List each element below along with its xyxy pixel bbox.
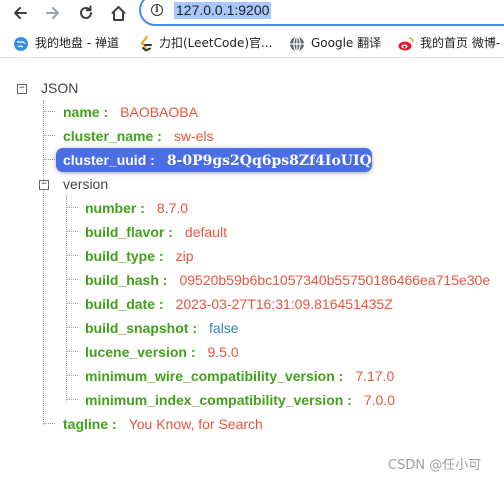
json-row-build-hash: build_hash :09520b59b6bc1057340b55750186…: [85, 272, 491, 288]
json-value: 7.0.0: [363, 392, 395, 408]
json-viewer: − JSON name : BAOBAOBA cluster_name : sw-e…: [0, 58, 504, 479]
tree-guide: [66, 327, 78, 328]
json-key: build_snapshot: [85, 320, 189, 336]
json-row-build-date: build_date :2023-03-27T16:31:09.81645143…: [85, 296, 393, 312]
bookmark-leetcode[interactable]: 力扣(LeetCode)官...: [139, 33, 272, 53]
json-root-label: JSON: [41, 80, 79, 96]
json-value: zip: [175, 248, 194, 264]
json-key: lucene_version: [85, 344, 187, 360]
json-row-tagline: tagline : You Know, for Search: [63, 416, 263, 432]
json-value: 7.17.0: [355, 368, 395, 384]
json-row-build-flavor: build_flavor : default: [85, 224, 227, 240]
json-row-cluster-name: cluster_name : sw-els: [63, 128, 214, 144]
tree-guide: [66, 207, 78, 208]
tree-guide: [43, 159, 55, 160]
globe-icon: [290, 35, 304, 52]
json-row-build-type: build_type : zip: [85, 248, 194, 264]
json-key: name: [63, 104, 100, 120]
json-key: number: [85, 200, 137, 216]
tree-guide: [66, 231, 78, 232]
json-value: You Know, for Search: [128, 416, 263, 432]
json-key: build_flavor: [85, 224, 165, 240]
json-value: 8-0P9gs2Qq6ps8Zf4IoUIQ: [166, 153, 372, 169]
browser-toolbar: i 127.0.0.1:9200: [0, 0, 504, 28]
bookmark-google-translate[interactable]: Google 翻译: [289, 33, 381, 53]
back-button[interactable]: [9, 2, 31, 24]
tree-guide: [43, 423, 55, 424]
tree-guide: [66, 351, 78, 352]
json-row-build-snapshot: build_snapshot : false: [85, 320, 239, 336]
bookmark-label: 我的地盘 - 禅道: [35, 36, 119, 50]
collapse-toggle-icon[interactable]: −: [17, 84, 27, 94]
leetcode-icon: [140, 35, 152, 52]
home-icon: [110, 5, 126, 21]
bookmarks-bar: 我的地盘 - 禅道 力扣(LeetCode)官... Google 翻译 我的首…: [0, 28, 504, 58]
tree-guide: [43, 111, 55, 112]
json-value: 9.5.0: [207, 344, 239, 360]
json-row-number: number :8.7.0: [85, 200, 189, 216]
json-key: minimum_wire_compatibility_version: [85, 368, 335, 384]
address-bar[interactable]: i 127.0.0.1:9200: [139, 0, 504, 26]
tree-guide: [66, 375, 78, 376]
json-row-name: name : BAOBAOBA: [63, 104, 198, 120]
tree-guide: [43, 100, 44, 426]
bookmark-label: Google 翻译: [311, 36, 382, 50]
globe-icon: [14, 36, 28, 51]
json-key: version: [63, 176, 109, 192]
json-row-minimum-index-compatibility-version: minimum_index_compatibility_version :7.0…: [85, 392, 395, 408]
json-key: cluster_uuid: [63, 152, 147, 168]
json-key: build_hash: [85, 272, 159, 288]
json-key: minimum_index_compatibility_version: [85, 392, 344, 408]
json-value: false: [209, 320, 239, 336]
bookmark-label: 我的首页 微博-: [420, 36, 501, 50]
tree-guide: [43, 135, 55, 136]
reload-icon: [80, 5, 92, 19]
json-value: sw-els: [173, 128, 214, 144]
bookmark-label: 力扣(LeetCode)官...: [159, 36, 273, 50]
bookmark-weibo[interactable]: 我的首页 微博-: [398, 33, 500, 53]
tree-guide: [66, 303, 78, 304]
json-row-version: version: [63, 174, 108, 194]
watermark: CSDN @任小可: [388, 458, 482, 473]
arrow-right-icon: [46, 7, 59, 19]
json-value: 2023-03-27T16:31:09.816451435Z: [175, 296, 393, 312]
info-icon[interactable]: i: [151, 4, 163, 16]
tree-guide: [66, 279, 78, 280]
forward-button[interactable]: [42, 2, 64, 24]
json-key: build_type: [85, 248, 156, 264]
json-key: build_date: [85, 296, 156, 312]
weibo-icon: [398, 36, 414, 50]
selected-row-highlight: cluster_uuid :8-0P9gs2Qq6ps8Zf4IoUIQ: [56, 148, 372, 172]
tree-guide: [66, 399, 78, 400]
bookmark-zentao[interactable]: 我的地盘 - 禅道: [13, 33, 119, 53]
tree-guide: [66, 195, 67, 402]
arrow-left-icon: [14, 7, 27, 19]
json-row-cluster-uuid[interactable]: cluster_uuid :8-0P9gs2Qq6ps8Zf4IoUIQ: [63, 150, 372, 170]
tree-guide: [66, 255, 78, 256]
reload-button[interactable]: [75, 2, 97, 24]
json-value: 8.7.0: [156, 200, 189, 216]
home-button[interactable]: [107, 2, 129, 24]
json-value: 09520b59b6bc1057340b55750186466ea715e30e: [179, 272, 491, 288]
json-value: BAOBAOBA: [120, 104, 198, 120]
json-value: default: [184, 224, 227, 240]
url-text[interactable]: 127.0.0.1:9200: [174, 2, 272, 19]
json-key: cluster_name: [63, 128, 154, 144]
collapse-toggle-icon[interactable]: −: [39, 180, 49, 190]
json-row-minimum-wire-compatibility-version: minimum_wire_compatibility_version :7.17…: [85, 368, 395, 384]
json-row-lucene-version: lucene_version :9.5.0: [85, 344, 239, 360]
json-key: tagline: [63, 416, 109, 432]
